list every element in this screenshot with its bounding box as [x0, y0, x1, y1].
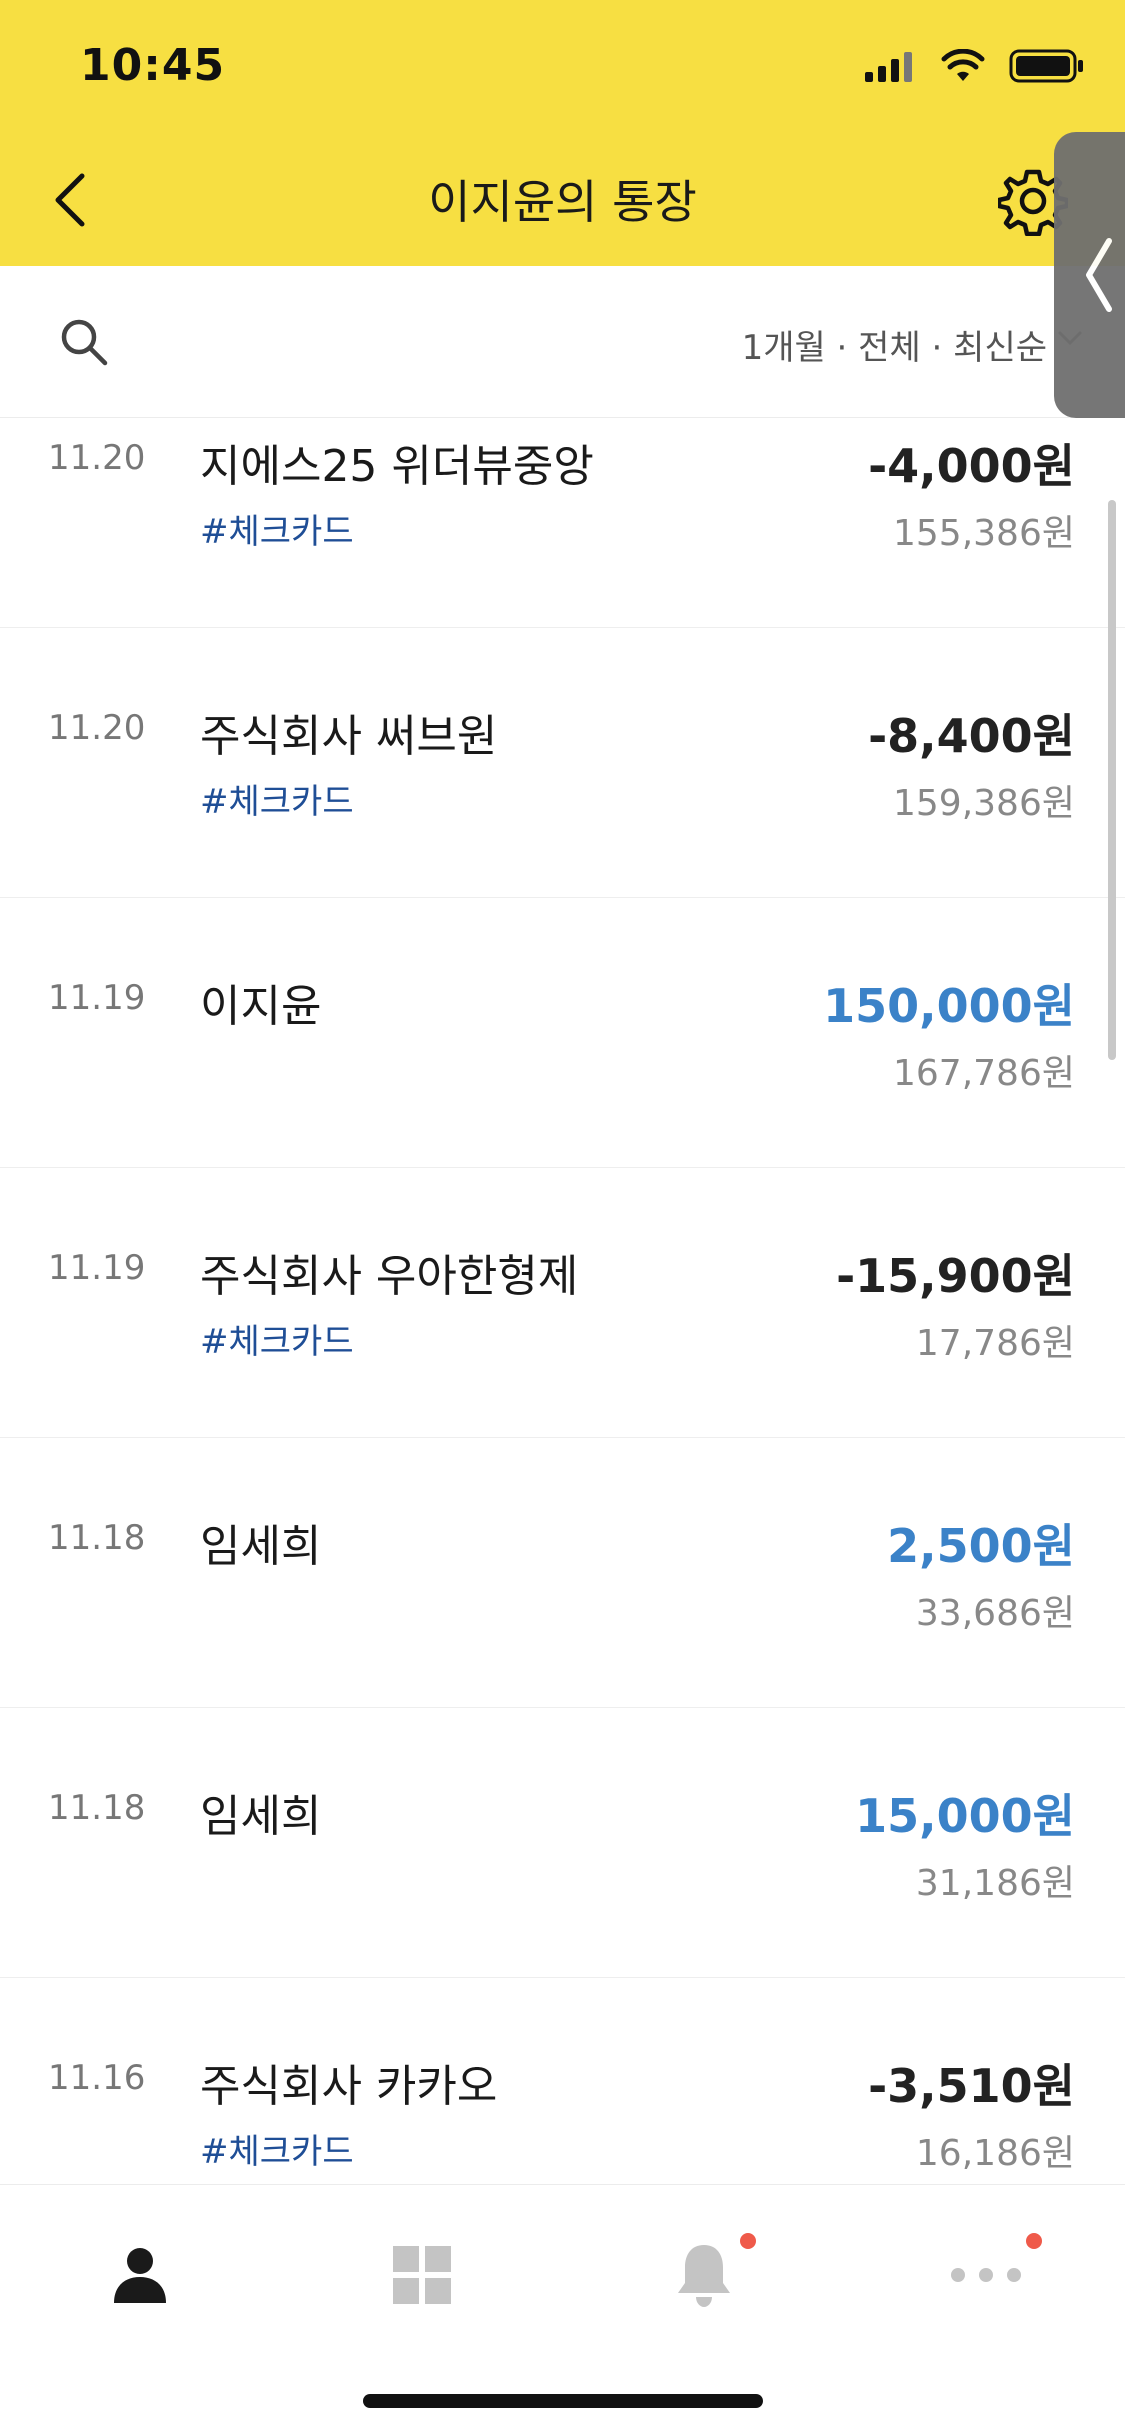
transaction-row[interactable]: 11.16 주식회사 카카오 #체크카드 -3,510원 16,186원 [0, 1978, 1125, 2184]
transaction-row[interactable]: 11.19 이지윤 150,000원 167,786원 [0, 898, 1125, 1168]
scrollbar[interactable] [1108, 500, 1116, 1060]
transaction-amount: -3,510원 [868, 2059, 1075, 2113]
filter-bar: 1개월 · 전체 · 최신순 [0, 266, 1125, 418]
transaction-balance: 31,186원 [915, 1863, 1075, 1904]
search-icon [61, 319, 108, 366]
more-icon [951, 2268, 1021, 2282]
transaction-date: 11.20 [48, 438, 146, 478]
nav-more[interactable] [926, 2225, 1046, 2325]
transaction-date: 11.20 [48, 708, 146, 748]
transaction-date: 11.19 [48, 1248, 146, 1288]
signal-icon [865, 52, 912, 82]
transaction-name: 주식회사 우아한형제 [200, 1251, 579, 1302]
transaction-balance: 155,386원 [893, 513, 1075, 554]
status-icons [865, 48, 1085, 84]
transaction-balance: 159,386원 [893, 783, 1075, 824]
transaction-balance: 33,686원 [915, 1593, 1075, 1634]
transaction-amount: 150,000원 [823, 979, 1075, 1033]
bell-icon [678, 2245, 730, 2307]
transaction-amount: -8,400원 [868, 709, 1075, 763]
transaction-date: 11.19 [48, 978, 146, 1018]
notification-badge [740, 2233, 756, 2249]
home-indicator [363, 2394, 763, 2408]
side-drawer-handle[interactable] [1054, 132, 1125, 418]
transaction-row[interactable]: 11.18 임세희 15,000원 31,186원 [0, 1708, 1125, 1978]
status-time: 10:45 [80, 40, 226, 91]
transaction-tag[interactable]: #체크카드 [200, 1314, 354, 1363]
transaction-tag[interactable]: #체크카드 [200, 774, 354, 823]
battery-icon [1009, 49, 1083, 83]
transaction-date: 11.18 [48, 1788, 146, 1828]
transaction-balance: 17,786원 [915, 1323, 1075, 1364]
transaction-date: 11.16 [48, 2058, 146, 2098]
nav-apps[interactable] [362, 2225, 482, 2325]
nav-notifications[interactable] [644, 2225, 764, 2325]
transaction-amount: -15,900원 [836, 1249, 1075, 1303]
transaction-amount: 2,500원 [887, 1519, 1075, 1573]
transaction-row[interactable]: 11.20 지에스25 위더뷰중앙 #체크카드 -4,000원 155,386원 [0, 418, 1125, 628]
transaction-name: 주식회사 써브원 [200, 711, 498, 762]
wifi-icon [941, 49, 985, 81]
nav-profile[interactable] [80, 2225, 200, 2325]
search-button[interactable] [58, 316, 110, 368]
more-badge [1026, 2233, 1042, 2249]
transaction-row[interactable]: 11.19 주식회사 우아한형제 #체크카드 -15,900원 17,786원 [0, 1168, 1125, 1438]
transaction-balance: 167,786원 [893, 1053, 1075, 1094]
transaction-amount: 15,000원 [855, 1789, 1075, 1843]
grid-icon [393, 2246, 451, 2304]
transaction-tag[interactable]: #체크카드 [200, 2124, 354, 2173]
transaction-date: 11.18 [48, 1518, 146, 1558]
transaction-name: 지에스25 위더뷰중앙 [200, 441, 594, 492]
transaction-list: 11.20 지에스25 위더뷰중앙 #체크카드 -4,000원 155,386원… [0, 418, 1125, 2184]
chevron-left-icon [1086, 238, 1112, 312]
transaction-row[interactable]: 11.20 주식회사 써브원 #체크카드 -8,400원 159,386원 [0, 628, 1125, 898]
page-title: 이지윤의 통장 [428, 175, 697, 229]
transaction-amount: -4,000원 [868, 439, 1075, 493]
transaction-name: 주식회사 카카오 [200, 2061, 498, 2112]
transaction-name: 임세희 [200, 1791, 322, 1842]
filter-selector[interactable]: 1개월 · 전체 · 최신순 [742, 320, 1047, 369]
transaction-tag[interactable]: #체크카드 [200, 504, 354, 553]
header-bar: 10:45 이지윤의 통장 [0, 0, 1125, 266]
transaction-row[interactable]: 11.18 임세희 2,500원 33,686원 [0, 1438, 1125, 1708]
transaction-balance: 16,186원 [915, 2133, 1075, 2174]
transaction-name: 임세희 [200, 1521, 322, 1572]
person-icon [114, 2248, 166, 2303]
transaction-name: 이지윤 [200, 981, 322, 1032]
